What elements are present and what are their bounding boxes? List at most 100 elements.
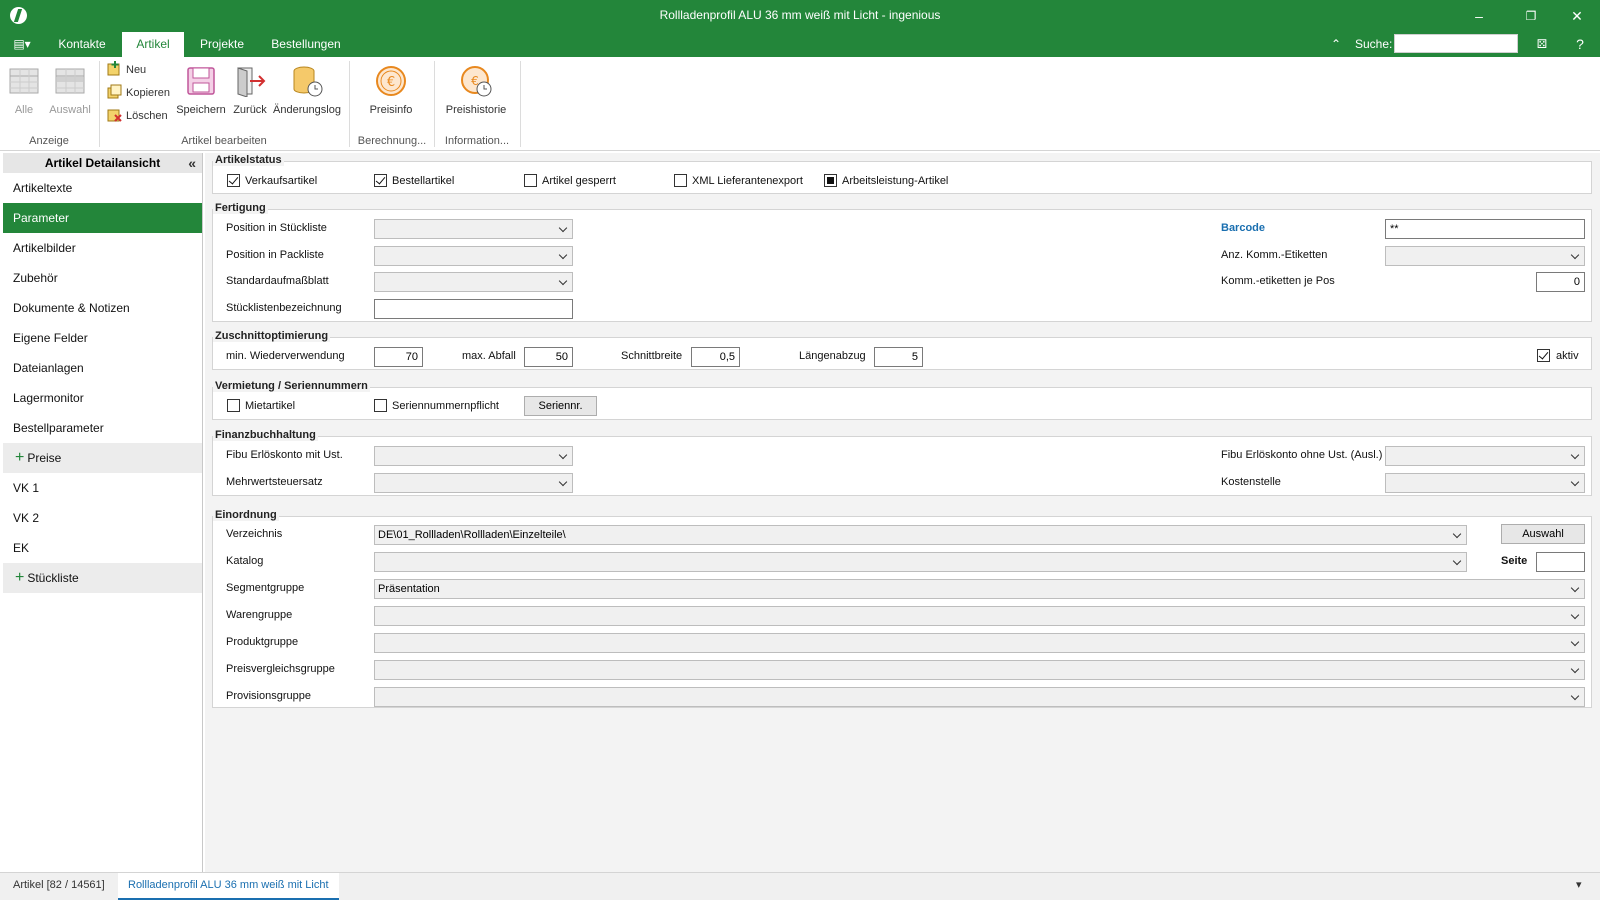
collapse-ribbon-icon[interactable]: ⌃: [1326, 32, 1346, 57]
provisionsgruppe-label: Provisionsgruppe: [226, 690, 311, 702]
changelog-button[interactable]: Änderungslog: [272, 65, 342, 116]
sidebar-item-bestellparameter[interactable]: Bestellparameter: [3, 413, 202, 443]
delete-button[interactable]: Löschen: [107, 107, 168, 125]
selection-button[interactable]: Auswahl: [48, 65, 92, 116]
segmentgruppe-label: Segmentgruppe: [226, 582, 305, 594]
tab-overflow-icon[interactable]: ▾: [1576, 873, 1582, 900]
max-abfall-input[interactable]: 50: [524, 347, 573, 367]
pos-stueckliste-label: Position in Stückliste: [226, 222, 327, 234]
sidebar-item-ek[interactable]: EK: [3, 533, 202, 563]
warengruppe-select[interactable]: [374, 606, 1585, 626]
komm-etiketten-select[interactable]: [1385, 246, 1585, 266]
erloeskonto-mit-select[interactable]: [374, 446, 573, 466]
sidebar-item-zubehoer[interactable]: Zubehör: [3, 263, 202, 293]
save-label: Speichern: [176, 104, 226, 116]
standardaufmass-select[interactable]: [374, 272, 573, 292]
sidebar-item-parameter[interactable]: Parameter: [3, 203, 202, 233]
tab-artikel-list[interactable]: Artikel [82 / 14561]: [3, 873, 115, 900]
price-info-button[interactable]: € Preisinfo: [365, 65, 417, 116]
binoculars-icon[interactable]: ⚄: [1530, 32, 1554, 57]
barcode-link[interactable]: Barcode: [1221, 222, 1265, 234]
bestellartikel-checkbox[interactable]: [374, 174, 387, 187]
tab-bestellungen[interactable]: Bestellungen: [264, 32, 348, 57]
auswahl-button[interactable]: Auswahl: [1501, 524, 1585, 544]
pos-packliste-select[interactable]: [374, 246, 573, 266]
kostenstelle-select[interactable]: [1385, 473, 1585, 493]
table-icon: [9, 68, 39, 94]
sidebar-item-vk2[interactable]: VK 2: [3, 503, 202, 533]
copy-button[interactable]: Kopieren: [107, 84, 170, 102]
mwst-select[interactable]: [374, 473, 573, 493]
aktiv-checkbox[interactable]: [1537, 349, 1550, 362]
katalog-select[interactable]: [374, 552, 1467, 572]
schnittbreite-input[interactable]: 0,5: [691, 347, 740, 367]
laengenabzug-input[interactable]: 5: [874, 347, 923, 367]
help-button[interactable]: ?: [1568, 32, 1592, 57]
sidebar-group-stueckliste[interactable]: + Stückliste: [3, 563, 202, 593]
erloeskonto-ohne-select[interactable]: [1385, 446, 1585, 466]
minimize-button[interactable]: –: [1456, 0, 1502, 32]
tab-artikel-detail[interactable]: Rollladenprofil ALU 36 mm weiß mit Licht: [118, 873, 339, 900]
tab-artikel[interactable]: Artikel: [122, 32, 184, 57]
preisvergleichsgruppe-select[interactable]: [374, 660, 1585, 680]
sidebar-item-vk1[interactable]: VK 1: [3, 473, 202, 503]
sidebar-item-dokumente[interactable]: Dokumente & Notizen: [3, 293, 202, 323]
delete-icon: [107, 109, 122, 122]
sidebar-item-artikeltexte[interactable]: Artikeltexte: [3, 173, 202, 203]
copy-label: Kopieren: [126, 87, 171, 99]
sidebar-group-label: Stückliste: [27, 571, 79, 585]
stuecklistenbez-input[interactable]: [374, 299, 573, 319]
save-icon: [187, 67, 215, 95]
segmentgruppe-select[interactable]: Präsentation: [374, 579, 1585, 599]
sidebar-item-dateianlagen[interactable]: Dateianlagen: [3, 353, 202, 383]
group-information: Information...: [444, 135, 510, 147]
provisionsgruppe-select[interactable]: [374, 687, 1585, 707]
mietartikel-checkbox[interactable]: [227, 399, 240, 412]
bestellartikel-label: Bestellartikel: [392, 175, 455, 187]
sidebar-group-preise[interactable]: + Preise: [3, 443, 202, 473]
sidebar-header: Artikel Detailansicht «: [3, 153, 202, 173]
back-button[interactable]: Zurück: [230, 65, 270, 116]
sidebar-title: Artikel Detailansicht: [44, 156, 161, 170]
barcode-input[interactable]: **: [1385, 219, 1585, 239]
verzeichnis-select[interactable]: DE\01_Rollladen\Rollladen\Einzelteile\: [374, 525, 1467, 545]
app-menu-icon[interactable]: ▤▾: [8, 32, 36, 57]
search-label: Suche:: [1355, 37, 1393, 51]
aktiv-label: aktiv: [1556, 350, 1579, 362]
plus-icon: +: [15, 449, 25, 466]
price-history-label: Preishistorie: [445, 104, 507, 116]
collapse-sidebar-icon[interactable]: «: [188, 153, 196, 173]
produktgruppe-select[interactable]: [374, 633, 1585, 653]
save-button[interactable]: Speichern: [175, 65, 227, 116]
seriennr-button[interactable]: Seriennr.: [524, 396, 597, 416]
price-history-button[interactable]: € Preishistorie: [444, 65, 508, 116]
pos-stueckliste-select[interactable]: [374, 219, 573, 239]
sidebar-item-eigene-felder[interactable]: Eigene Felder: [3, 323, 202, 353]
sidebar-item-artikelbilder[interactable]: Artikelbilder: [3, 233, 202, 263]
verzeichnis-label: Verzeichnis: [226, 528, 283, 540]
search-input[interactable]: [1394, 34, 1518, 53]
section-title: Fertigung: [213, 202, 268, 214]
changelog-label: Änderungslog: [273, 104, 341, 116]
arbeitsleistung-checkbox[interactable]: [824, 174, 837, 187]
xml-export-checkbox[interactable]: [674, 174, 687, 187]
seite-input[interactable]: [1536, 552, 1585, 572]
restore-button[interactable]: ❐: [1508, 0, 1554, 32]
delete-label: Löschen: [126, 110, 168, 122]
tab-projekte[interactable]: Projekte: [192, 32, 252, 57]
komm-je-pos-input[interactable]: 0: [1536, 272, 1585, 292]
show-all-button[interactable]: Alle: [6, 65, 42, 116]
new-button[interactable]: Neu: [107, 61, 146, 79]
katalog-label: Katalog: [226, 555, 264, 567]
min-wiederverwendung-input[interactable]: 70: [374, 347, 423, 367]
verkaufsartikel-checkbox[interactable]: [227, 174, 240, 187]
exit-door-icon: [237, 67, 266, 98]
sidebar-item-lagermonitor[interactable]: Lagermonitor: [3, 383, 202, 413]
seriennummernpflicht-checkbox[interactable]: [374, 399, 387, 412]
laengenabzug-label: Längenabzug: [799, 350, 866, 362]
tab-kontakte[interactable]: Kontakte: [50, 32, 114, 57]
window-title: Rollladenprofil ALU 36 mm weiß mit Licht…: [659, 8, 941, 22]
artikel-gesperrt-checkbox[interactable]: [524, 174, 537, 187]
close-button[interactable]: ✕: [1554, 0, 1600, 32]
group-berechnung: Berechnung...: [357, 135, 427, 147]
